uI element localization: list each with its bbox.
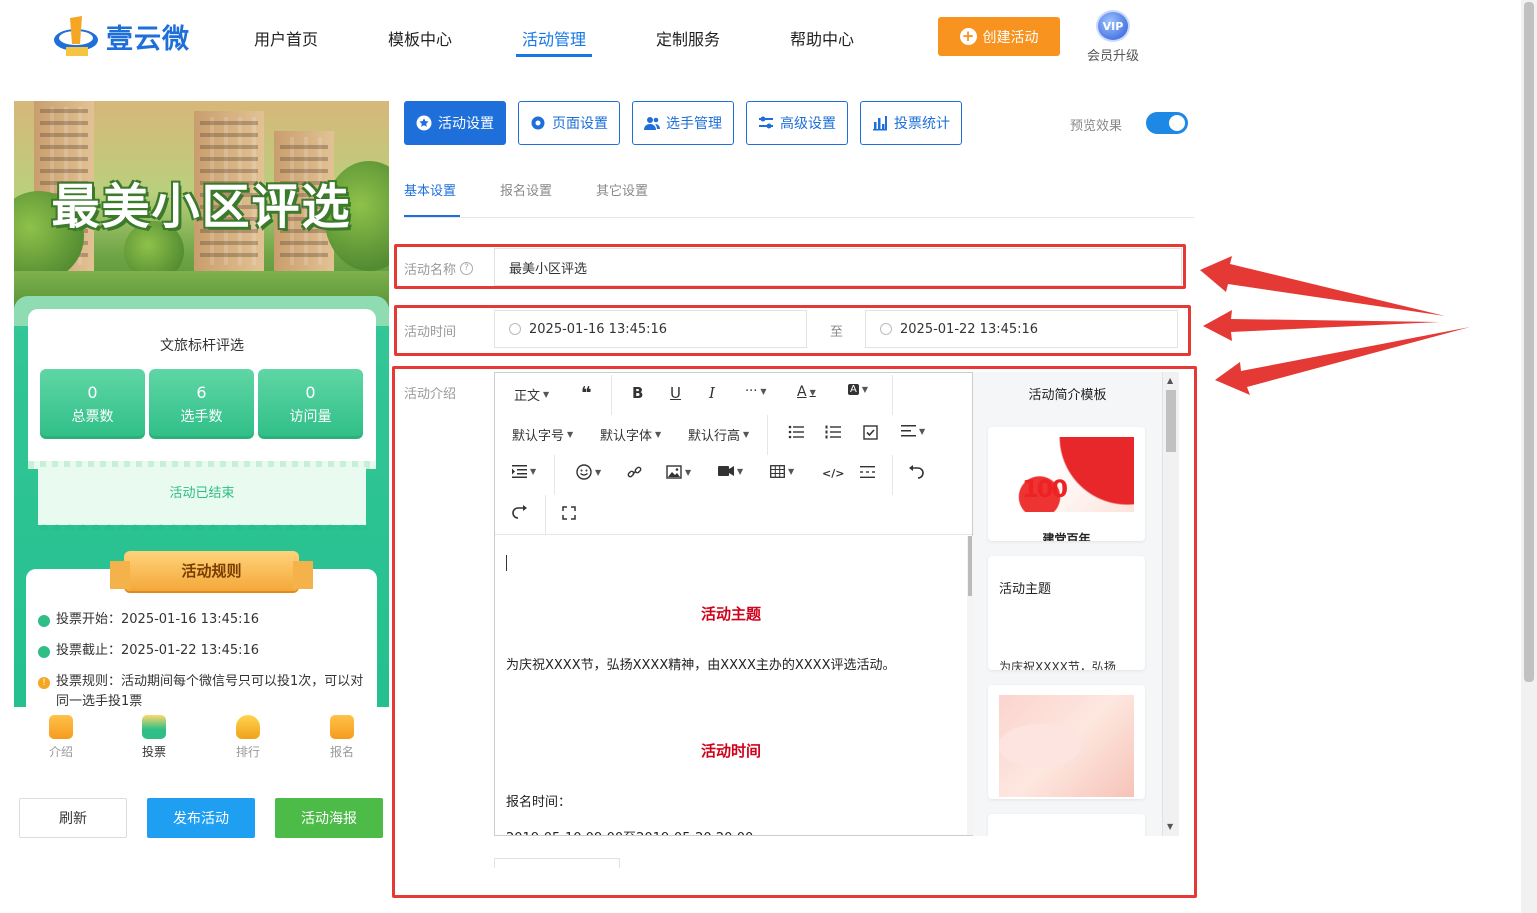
arrow-icon (1215, 327, 1470, 395)
arrow-icon (1203, 310, 1440, 341)
arrow-icon (1200, 256, 1445, 316)
annotation-arrows (1200, 256, 1470, 395)
